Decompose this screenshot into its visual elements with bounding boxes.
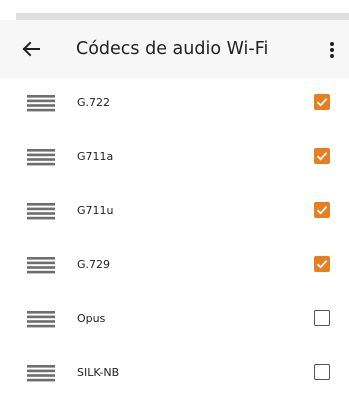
more-vert-icon [330,42,334,58]
list-item[interactable]: G711a [0,132,349,186]
drag-handle-icon[interactable] [27,202,55,220]
codec-checkbox[interactable] [314,310,330,326]
list-item[interactable]: G.722 [0,78,349,132]
codec-checkbox[interactable] [314,148,330,164]
overflow-menu-button[interactable] [321,37,343,63]
codec-label: SILK-NB [77,366,120,379]
app-bar: Códecs de audio Wi-Fi [0,20,349,78]
codec-label: G711a [77,150,114,163]
page-title: Códecs de audio Wi-Fi [76,39,269,59]
codec-list: G.722 G711a G711u G.729 Opus SILK-NB [0,78,349,402]
list-item[interactable]: Opus [0,294,349,348]
drag-handle-icon[interactable] [27,364,55,382]
list-item[interactable]: G711u [0,186,349,240]
list-item[interactable]: G.729 [0,240,349,294]
drag-handle-icon[interactable] [27,310,55,328]
drag-handle-icon[interactable] [27,148,55,166]
check-icon [316,98,328,107]
status-bar-shade [16,13,349,20]
check-icon [316,260,328,269]
drag-handle-icon[interactable] [27,256,55,274]
list-item[interactable]: SILK-NB [0,348,349,402]
codec-label: G711u [77,204,114,217]
codec-checkbox[interactable] [314,94,330,110]
back-button[interactable] [18,36,44,62]
codec-checkbox[interactable] [314,256,330,272]
check-icon [316,206,328,215]
codec-checkbox[interactable] [314,202,330,218]
codec-checkbox[interactable] [314,364,330,380]
arrow-left-icon [22,41,40,57]
drag-handle-icon[interactable] [27,94,55,112]
codec-label: G.729 [77,258,111,271]
check-icon [316,152,328,161]
codec-label: G.722 [77,96,111,109]
codec-label: Opus [77,312,106,325]
status-bar-strip [0,0,349,20]
